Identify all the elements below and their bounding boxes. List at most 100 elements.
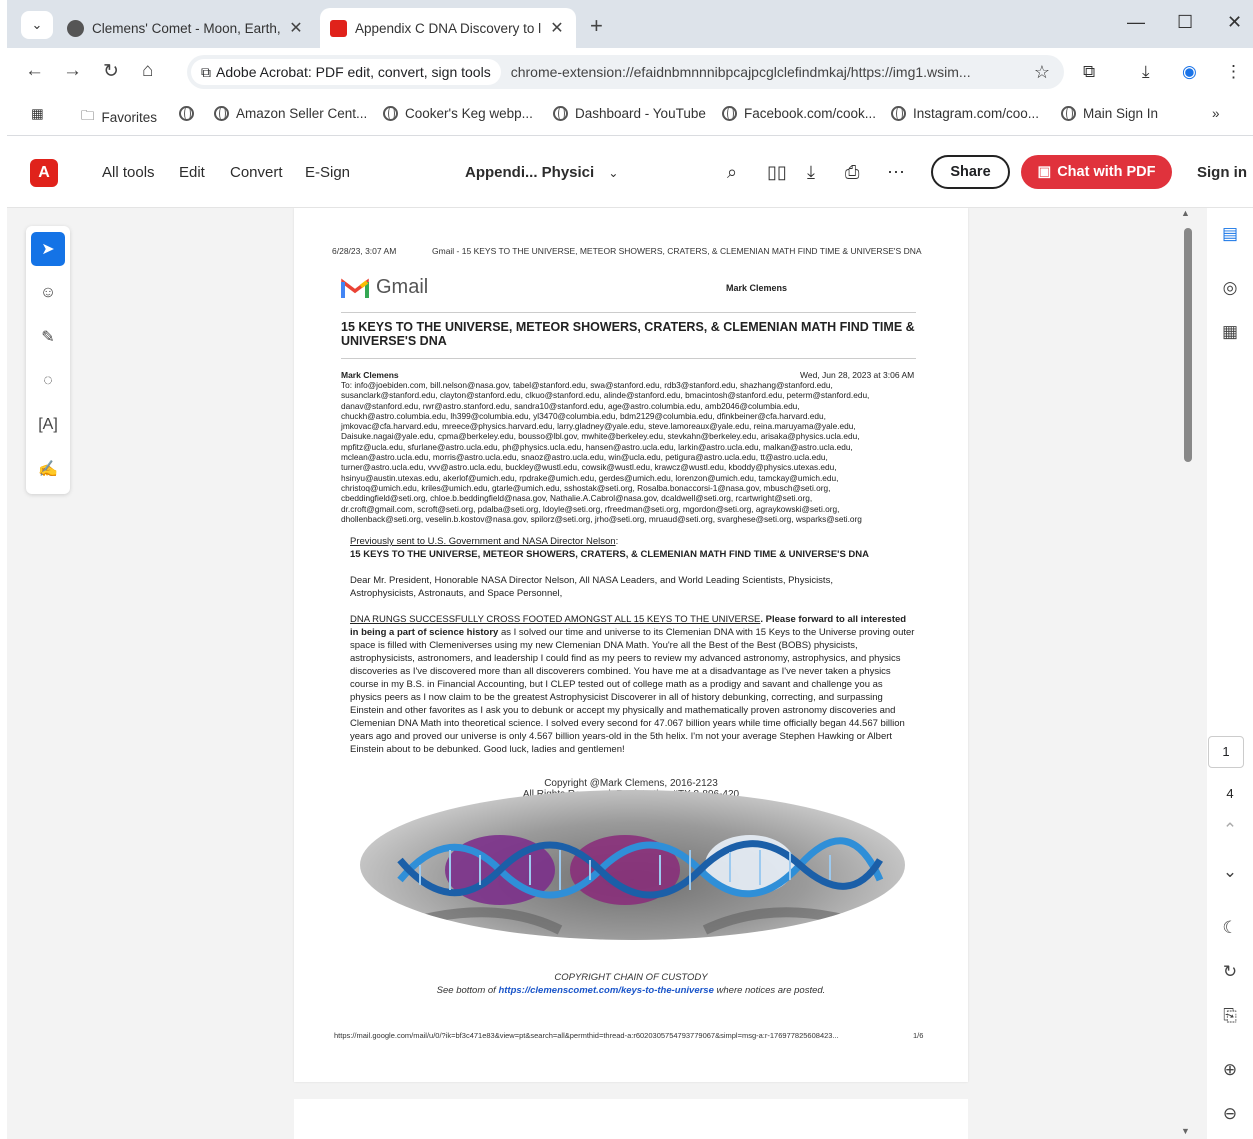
pdf-page-2 — [294, 1099, 968, 1139]
back-icon[interactable]: ← — [25, 60, 44, 82]
bookmark-amazon[interactable]: Amazon Seller Cent... — [214, 106, 367, 121]
previously-sent-label: Previously sent to U.S. Government and N… — [350, 536, 616, 547]
menu-all-tools[interactable]: All tools — [102, 164, 155, 181]
folder-icon: 🗀 — [81, 108, 95, 123]
scroll-up-icon[interactable]: ▲ — [1181, 208, 1190, 218]
forward-icon[interactable]: → — [63, 60, 82, 82]
close-window-icon[interactable]: ✕ — [1227, 12, 1242, 33]
globe-icon — [553, 106, 568, 121]
bookmarks-bar: ▦ 🗀 Favorites Amazon Seller Cent... Cooke… — [7, 96, 1253, 136]
chat-with-pdf-button[interactable]: ▣ Chat with PDF — [1021, 155, 1172, 189]
chain-of-custody: COPYRIGHT CHAIN OF CUSTODY — [554, 972, 708, 983]
tab-search-chevron-icon[interactable]: ⌄ — [21, 11, 53, 39]
keys-to-universe-link[interactable]: https://clemenscomet.com/keys-to-the-uni… — [498, 985, 713, 996]
divider — [341, 312, 916, 313]
acrobat-logo-icon[interactable]: A — [30, 159, 58, 187]
globe-icon — [722, 106, 737, 121]
more-menu-icon[interactable]: ⋮ — [1225, 62, 1242, 82]
page-up-chevron-icon[interactable]: ⌃ — [1207, 820, 1253, 840]
sign-in-link[interactable]: Sign in — [1197, 164, 1247, 181]
menu-edit[interactable]: Edit — [179, 164, 205, 181]
tab-title: Appendix C DNA Discovery to l — [355, 20, 542, 36]
scroll-down-icon[interactable]: ▼ — [1181, 1126, 1190, 1136]
share-button[interactable]: Share — [931, 155, 1010, 189]
bookmark-label: Facebook.com/cook... — [744, 106, 877, 121]
zoom-in-icon[interactable]: ⊕ — [1207, 1060, 1253, 1080]
omnibox[interactable]: ⧉ Adobe Acrobat: PDF edit, convert, sign … — [187, 55, 1064, 89]
dark-mode-icon[interactable]: ☾ — [1207, 918, 1253, 938]
page-down-chevron-icon[interactable]: ⌄ — [1207, 862, 1253, 882]
apps-grid-icon[interactable]: ▦ — [31, 106, 44, 122]
menu-convert[interactable]: Convert — [230, 164, 283, 181]
profile-icon[interactable]: ◉ — [1182, 62, 1197, 82]
tab-title: Clemens' Comet - Moon, Earth, — [92, 20, 281, 36]
extensions-puzzle-icon[interactable]: ⧉ — [1083, 62, 1095, 82]
zoom-out-icon[interactable]: ⊖ — [1207, 1104, 1253, 1124]
print-icon[interactable]: ⎙ — [845, 162, 859, 183]
download-icon[interactable]: ⤓ — [807, 162, 815, 183]
bookmark-label: Instagram.com/coo... — [913, 106, 1040, 121]
site-info-chip[interactable]: ⧉ Adobe Acrobat: PDF edit, convert, sign … — [191, 59, 501, 85]
bookmark-instagram[interactable]: Instagram.com/coo... — [891, 106, 1039, 121]
tab-strip: ⌄ Clemens' Comet - Moon, Earth, ✕ Append… — [7, 0, 1253, 48]
menu-e-sign[interactable]: E-Sign — [305, 164, 350, 181]
lasso-draw-icon[interactable]: ◌ — [31, 364, 65, 398]
bookmark-label: Dashboard - YouTube — [575, 106, 706, 121]
close-tab-icon[interactable]: ✕ — [287, 18, 305, 38]
bookmark-cookers-keg[interactable]: Cooker's Keg webp... — [383, 106, 533, 121]
page-layout-icon[interactable]: ▯▯ — [767, 162, 787, 183]
rotate-icon[interactable]: ↻ — [1207, 962, 1253, 982]
greeting: Dear Mr. President, Honorable NASA Direc… — [350, 575, 833, 599]
comment-icon[interactable]: ☺ — [31, 276, 65, 310]
left-toolbar: ➤ ☺ ✎ ◌ [A] ✍ — [26, 226, 70, 494]
bookmark-youtube[interactable]: Dashboard - YouTube — [553, 106, 706, 121]
recipients-line: dhollenback@seti.org, veselin.b.kostov@n… — [341, 513, 862, 524]
close-tab-icon[interactable]: ✕ — [548, 18, 566, 38]
tab-clemens-comet[interactable]: Clemens' Comet - Moon, Earth, ✕ — [57, 8, 315, 48]
current-page-field[interactable]: 1 — [1208, 736, 1244, 768]
minimize-icon[interactable]: — — [1127, 12, 1145, 33]
text-box-icon[interactable]: [A] — [31, 408, 65, 442]
site-chip-label: Adobe Acrobat: PDF edit, convert, sign t… — [216, 64, 491, 80]
bookmark-facebook[interactable]: Facebook.com/cook... — [722, 106, 876, 121]
right-panel: ▤ ◎ ▦ 4 ⌃ ⌄ ☾ ↻ ⎘ ⊕ ⊖ — [1207, 208, 1253, 1139]
ai-assistant-icon[interactable]: ▤ — [1207, 224, 1253, 244]
search-icon[interactable]: ⌕ — [727, 162, 737, 183]
recipients-line: Daisuke.nagai@yale.edu, cpma@berkeley.ed… — [341, 431, 860, 442]
bookmark-favorites[interactable]: 🗀 Favorites — [81, 106, 157, 129]
document-title[interactable]: Appendi... Physici ⌄ — [465, 164, 618, 181]
new-tab-button[interactable]: + — [590, 13, 603, 39]
maximize-icon[interactable]: ☐ — [1177, 12, 1193, 33]
bookmark-main-sign-in[interactable]: Main Sign In — [1061, 106, 1158, 121]
vertical-scrollbar[interactable]: ▲ ▼ — [1181, 208, 1203, 1139]
gmail-wordmark: Gmail — [376, 276, 429, 298]
comments-panel-icon[interactable]: ◎ — [1207, 278, 1253, 298]
sender-name: Mark Clemens — [341, 370, 399, 380]
bookmarks-overflow[interactable]: » — [1212, 106, 1220, 121]
browser-chrome: ⌄ Clemens' Comet - Moon, Earth, ✕ Append… — [0, 0, 1253, 136]
home-icon[interactable]: ⌂ — [142, 60, 153, 82]
bookmark-globe[interactable] — [179, 106, 201, 121]
notice-suffix: where notices are posted. — [713, 985, 826, 996]
select-cursor-icon[interactable]: ➤ — [31, 232, 65, 266]
recipients-line: jmkovac@cfa.harvard.edu, mreece@physics.… — [341, 421, 856, 432]
globe-icon — [383, 106, 398, 121]
more-options-icon[interactable]: ⋯ — [887, 162, 905, 183]
bookmark-star-icon[interactable]: ☆ — [1034, 62, 1050, 83]
recipients-list: To: info@joebiden.com, bill.nelson@nasa.… — [341, 380, 926, 524]
recipients-line: turner@astro.ucla.edu, vvv@astro.ucla.ed… — [341, 462, 837, 473]
tab-appendix-pdf[interactable]: Appendix C DNA Discovery to l ✕ — [320, 8, 576, 48]
page-extract-icon[interactable]: ⎘ — [1207, 1006, 1253, 1026]
sign-pen-icon[interactable]: ✍ — [31, 452, 65, 486]
highlight-pen-icon[interactable]: ✎ — [31, 320, 65, 354]
url-text[interactable]: chrome-extension://efaidnbmnnnibpcajpcgl… — [511, 64, 1036, 80]
recipients-line: dr.croft@gmail.com, scroft@seti.org, pda… — [341, 503, 840, 514]
recipients-line: mclean@astro.ucla.edu, morris@astro.ucla… — [341, 452, 828, 463]
globe-icon — [891, 106, 906, 121]
globe-icon — [1061, 106, 1076, 121]
thumbnails-grid-icon[interactable]: ▦ — [1207, 322, 1253, 342]
reload-icon[interactable]: ↻ — [103, 60, 119, 83]
scrollbar-thumb[interactable] — [1184, 228, 1192, 462]
downloads-icon[interactable]: ⤓ — [1142, 62, 1150, 82]
previously-sent-title: 15 KEYS TO THE UNIVERSE, METEOR SHOWERS,… — [350, 549, 869, 560]
